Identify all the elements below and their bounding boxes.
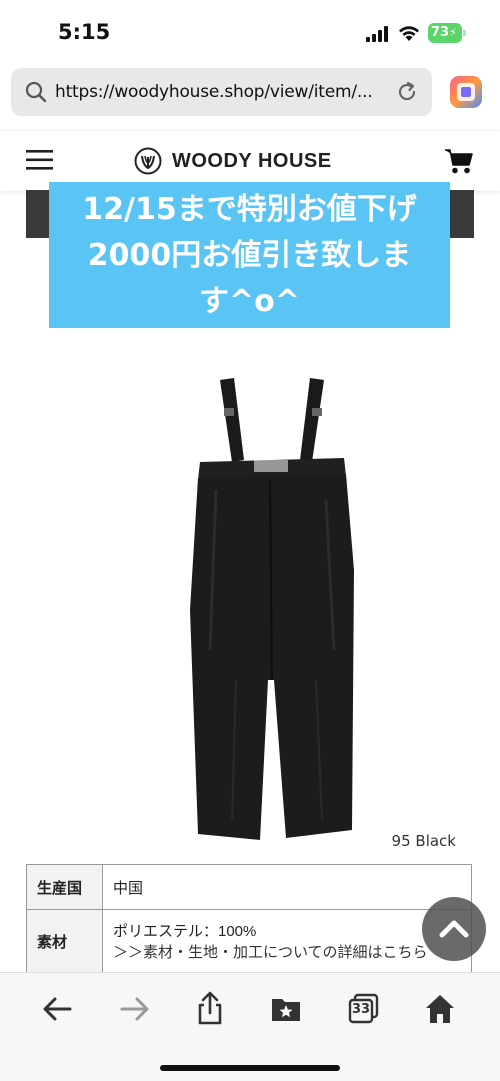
url-text[interactable]: https://woodyhouse.shop/view/item/... (55, 82, 373, 102)
wifi-icon (399, 26, 419, 41)
forward-arrow-icon[interactable] (116, 991, 152, 1027)
home-indicator (160, 1065, 340, 1071)
banner-line-3: す^o^ (199, 284, 300, 319)
banner-line-1: 12/15まで特別お値下げ (82, 192, 417, 227)
extension-icon[interactable] (448, 74, 484, 110)
reload-icon[interactable] (395, 80, 419, 104)
sale-banner: 12/15まで特別お値下げ 2000円お値引き致しま す^o^ (49, 182, 450, 328)
scroll-to-top-button[interactable] (422, 897, 486, 961)
search-icon (25, 81, 47, 103)
tabs-button[interactable]: 33 (346, 991, 382, 1027)
tabs-count: 33 (351, 1002, 371, 1017)
home-icon[interactable] (422, 991, 458, 1027)
status-time: 5:15 (58, 20, 111, 44)
battery-indicator: 73⚡ (428, 23, 466, 43)
overall-garment-image (190, 378, 354, 840)
browser-toolbar: 33 (0, 972, 500, 1081)
spec-value-material-cell: ポリエステル：100% ＞＞素材・生地・加工についての詳細はこちら (102, 909, 472, 973)
product-image[interactable]: 95 Black (26, 330, 472, 860)
shopping-cart-icon[interactable] (444, 147, 474, 175)
share-icon[interactable] (192, 991, 228, 1027)
address-bar[interactable]: https://woodyhouse.shop/view/item/... (11, 68, 432, 116)
spec-value-origin: 中国 (102, 864, 472, 910)
hamburger-menu-icon[interactable] (26, 149, 53, 171)
brand-name: WOODY HOUSE (172, 149, 332, 172)
banner-line-2: 2000円お値引き致しま (87, 238, 412, 273)
table-row: 生産国 中国 (26, 864, 472, 910)
table-row: 素材 ポリエステル：100% ＞＞素材・生地・加工についての詳細はこちら (26, 909, 472, 973)
spec-table: 生産国 中国 素材 ポリエステル：100% ＞＞素材・生地・加工についての詳細は… (26, 864, 472, 973)
back-arrow-icon[interactable] (40, 991, 76, 1027)
site-logo[interactable]: WOODY HOUSE (134, 145, 332, 177)
spec-value-material: ポリエステル：100% (113, 923, 257, 940)
battery-level: 73 (431, 25, 450, 40)
spec-label-origin: 生産国 (26, 864, 103, 910)
spec-label-material: 素材 (26, 909, 103, 973)
cellular-signal-icon (366, 26, 388, 42)
material-details-link[interactable]: ＞＞素材・生地・加工についての詳細はこちら (113, 941, 461, 962)
chevron-up-icon (439, 920, 469, 938)
status-bar: 5:15 73⚡ (0, 0, 500, 62)
bookmarks-icon[interactable] (268, 991, 304, 1027)
color-caption: 95 Black (391, 832, 456, 850)
logo-mark-icon (134, 147, 162, 175)
